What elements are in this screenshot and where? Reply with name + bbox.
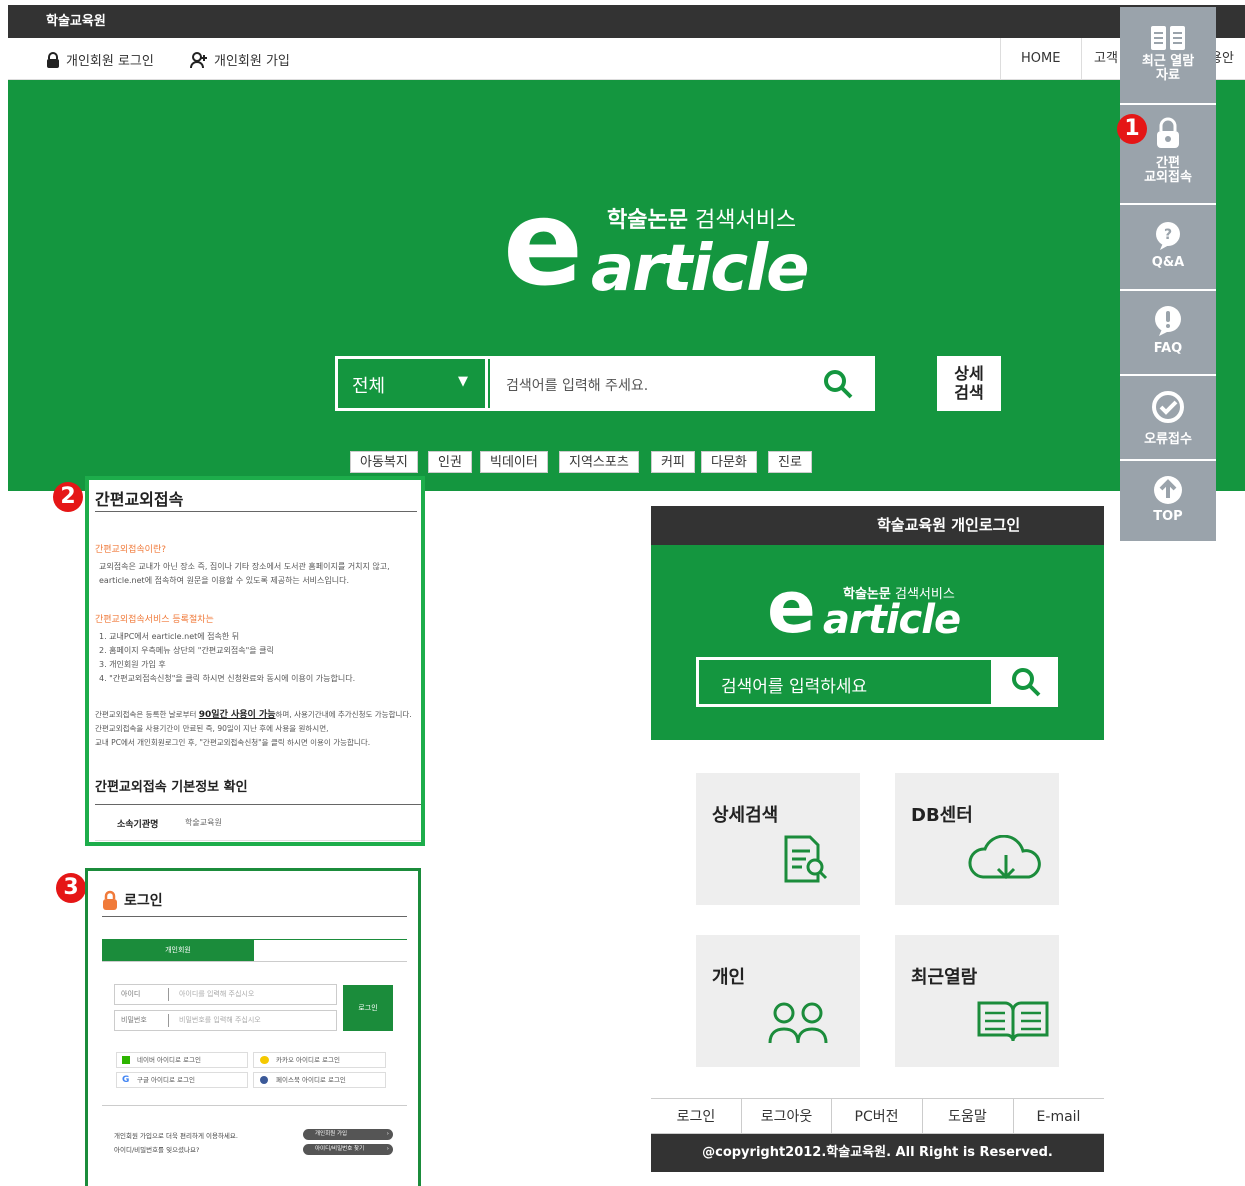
copyright-bar: @copyright2012.학술교육원. All Right is Reser… [651, 1134, 1104, 1172]
login-title: 로그인 [102, 883, 407, 917]
hero-banner: e 학술논문 검색서비스 article 전체 ▼ 검색어를 입력해 주세요. … [8, 80, 1245, 491]
footer-login-link[interactable]: 로그인 [651, 1099, 741, 1135]
users-icon [768, 1002, 828, 1044]
keyword-tag[interactable]: 지역스포츠 [559, 451, 639, 473]
orange-lock-icon [103, 890, 117, 910]
personal-login-link[interactable]: 개인회원 로그인 [46, 50, 154, 69]
tile-recent-view[interactable]: 최근열람 [895, 935, 1059, 1067]
exclamation-bubble-icon [1155, 306, 1181, 336]
facebook-login-button[interactable]: 페이스북 아이디로 로그인 [253, 1072, 386, 1088]
earticle-logo: e 학술논문 검색서비스 article [767, 565, 961, 649]
search-button[interactable] [806, 359, 872, 408]
site-name: 학술교육원 [46, 14, 106, 29]
personal-join-link[interactable]: 개인회원 가입 [190, 50, 290, 69]
google-icon: G [122, 1075, 130, 1085]
qa-button[interactable]: ? Q&A [1120, 205, 1216, 291]
join-member-button[interactable]: 개인회원 가입 › [303, 1129, 393, 1140]
faq-button[interactable]: FAQ [1120, 291, 1216, 376]
footer-logout-link[interactable]: 로그아웃 [741, 1099, 831, 1135]
mobile-hero: e 학술논문 검색서비스 article 검색어를 입력하세요 [651, 545, 1104, 740]
keyword-tag[interactable]: 인권 [428, 451, 472, 473]
arrow-up-icon [1154, 476, 1182, 504]
keyword-tag[interactable]: 아동복지 [350, 451, 418, 473]
footer-email-link[interactable]: E-mail [1013, 1099, 1103, 1135]
info-row: 소속기관명 학술교육원 [95, 805, 421, 841]
earticle-logo: e 학술논문 검색서비스 article [503, 174, 810, 312]
login-panel: 로그인 개인회원 아이디 아이디를 입력해 주십시오 비밀번호 비밀번호를 입력… [85, 868, 421, 1186]
footer-pc-version-link[interactable]: PC버전 [831, 1099, 921, 1135]
keyword-tag[interactable]: 진로 [768, 451, 812, 473]
callout-badge-2: 2 [53, 482, 83, 512]
naver-icon [122, 1056, 130, 1064]
top-bar: 학술교육원 [8, 5, 1245, 38]
open-book-icon [977, 1001, 1049, 1042]
search-bar: 전체 ▼ 검색어를 입력해 주세요. [335, 356, 875, 411]
tab-personal-member[interactable]: 개인회원 [102, 939, 254, 961]
mobile-search-input[interactable]: 검색어를 입력하세요 [696, 657, 994, 707]
error-report-button[interactable]: 오류접수 [1120, 376, 1216, 461]
keyword-tag[interactable]: 커피 [651, 451, 695, 473]
footer-help-link[interactable]: 도움말 [922, 1099, 1012, 1135]
mobile-header: 학술교육원 개인로그인 [651, 506, 1104, 545]
cloud-download-icon [968, 835, 1041, 880]
tile-detail-search[interactable]: 상세검색 [696, 773, 860, 905]
panel-title: 간편교외접속 [95, 486, 417, 512]
category-select[interactable]: 전체 ▼ [338, 359, 488, 408]
lock-icon [1157, 117, 1179, 148]
home-link[interactable]: HOME [1000, 38, 1080, 80]
password-field[interactable]: 비밀번호 비밀번호를 입력해 주십시오 [114, 1010, 337, 1031]
login-button[interactable]: 로그인 [343, 985, 393, 1031]
mobile-footer-links: 로그인 로그아웃 PC버전 도움말 E-mail [651, 1098, 1104, 1135]
remote-access-panel: 간편교외접속 간편교외접속이란? 교외접속은 교내가 아닌 장소 즉, 집이나 … [85, 476, 425, 846]
kakao-login-button[interactable]: 카카오 아이디로 로그인 [253, 1052, 386, 1068]
callout-badge-3: 3 [56, 873, 86, 903]
chevron-down-icon: ▼ [458, 374, 468, 389]
nav-row: 개인회원 로그인 개인회원 가입 HOME 고객 용안내 [8, 38, 1245, 108]
google-login-button[interactable]: G 구글 아이디로 로그인 [116, 1072, 248, 1088]
top-button[interactable]: TOP [1120, 461, 1216, 541]
lock-icon [47, 51, 59, 68]
svg-text:?: ? [1164, 227, 1172, 243]
search-icon [1012, 668, 1041, 697]
search-input[interactable]: 검색어를 입력해 주세요. [490, 359, 846, 408]
id-field[interactable]: 아이디 아이디를 입력해 주십시오 [114, 984, 337, 1005]
search-icon [824, 370, 853, 399]
tile-db-center[interactable]: DB센터 [895, 773, 1059, 905]
add-user-icon [190, 51, 207, 68]
facebook-icon [260, 1076, 268, 1084]
find-account-button[interactable]: 아이디/비밀번호 찾기 › [303, 1144, 393, 1155]
mobile-search-button[interactable] [994, 657, 1058, 707]
info-title: 간편교외접속 기본정보 확인 [95, 780, 248, 795]
keyword-tag[interactable]: 빅데이터 [480, 451, 548, 473]
detail-search-button[interactable]: 상세 검색 [937, 356, 1001, 411]
check-circle-icon [1152, 391, 1184, 423]
question-bubble-icon: ? [1156, 222, 1180, 250]
book-icon [1151, 26, 1185, 50]
kakao-icon [260, 1056, 269, 1064]
naver-login-button[interactable]: 네이버 아이디로 로그인 [116, 1052, 248, 1068]
tile-personal[interactable]: 개인 [696, 935, 860, 1067]
document-search-icon [784, 835, 828, 883]
callout-badge-1: 1 [1117, 114, 1147, 144]
recent-view-button[interactable]: 최근 열람 자료 [1120, 7, 1216, 105]
keyword-tag[interactable]: 다문화 [701, 451, 757, 473]
